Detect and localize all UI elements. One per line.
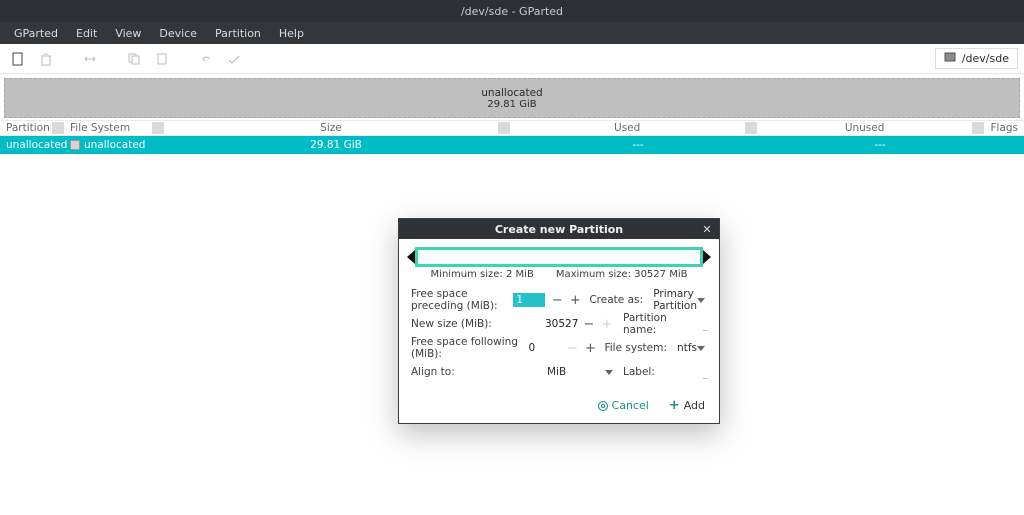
apply-button bbox=[222, 47, 246, 71]
cell-partition: unallocated bbox=[0, 139, 52, 151]
minus-icon: − bbox=[566, 341, 578, 356]
slider-track[interactable] bbox=[415, 247, 703, 267]
cell-unused: --- bbox=[770, 139, 990, 151]
cell-size: 29.81 GiB bbox=[166, 139, 506, 151]
slider-handle-right-icon[interactable] bbox=[703, 250, 711, 264]
undo-button bbox=[194, 47, 218, 71]
align-value: MiB bbox=[547, 366, 566, 378]
create-as-value: Primary Partition bbox=[653, 288, 697, 312]
cell-used: --- bbox=[518, 139, 758, 151]
device-selector[interactable]: /dev/sde bbox=[935, 48, 1018, 69]
minus-icon[interactable]: − bbox=[583, 317, 595, 332]
cancel-button[interactable]: Cancel bbox=[598, 398, 649, 413]
dialog-form: Free space preceding (MiB): 1 − + Create… bbox=[399, 286, 719, 394]
window-title: /dev/sde - GParted bbox=[461, 5, 563, 18]
menu-device[interactable]: Device bbox=[151, 25, 205, 42]
free-after-value[interactable]: 0 bbox=[528, 342, 560, 354]
new-size-label: New size (MiB): bbox=[411, 318, 537, 330]
pname-label: Partition name: bbox=[623, 312, 695, 336]
min-size-label: Minimum size: 2 MiB bbox=[431, 269, 534, 280]
resize-button bbox=[78, 47, 102, 71]
menubar: GParted Edit View Device Partition Help bbox=[0, 22, 1024, 44]
free-after-spinner[interactable]: 0 − + bbox=[528, 341, 596, 356]
plus-icon[interactable]: + bbox=[584, 341, 596, 356]
window-titlebar: /dev/sde - GParted bbox=[0, 0, 1024, 22]
disk-visualization[interactable]: unallocated 29.81 GiB bbox=[4, 78, 1020, 118]
dialog-actions: Cancel + Add bbox=[399, 394, 719, 423]
menu-help[interactable]: Help bbox=[271, 25, 312, 42]
toolbar: /dev/sde bbox=[0, 44, 1024, 74]
fs-swatch-icon bbox=[70, 140, 80, 150]
pname-input[interactable] bbox=[703, 317, 707, 331]
close-icon[interactable]: ✕ bbox=[699, 221, 715, 237]
free-before-label: Free space preceding (MiB): bbox=[411, 288, 505, 312]
slider-handle-left-icon[interactable] bbox=[407, 250, 415, 264]
add-label: Add bbox=[684, 399, 705, 412]
disk-label-input[interactable] bbox=[703, 365, 707, 379]
dialog-title: Create new Partition bbox=[495, 223, 623, 236]
new-button[interactable] bbox=[6, 47, 30, 71]
device-selector-label: /dev/sde bbox=[962, 52, 1009, 65]
create-partition-dialog: Create new Partition ✕ Minimum size: 2 M… bbox=[398, 218, 720, 424]
disk-label-label: Label: bbox=[623, 366, 695, 378]
plus-icon[interactable]: + bbox=[569, 293, 581, 308]
col-used[interactable]: Used bbox=[510, 122, 745, 134]
dialog-titlebar[interactable]: Create new Partition ✕ bbox=[399, 219, 719, 239]
table-row[interactable]: unallocated unallocated 29.81 GiB --- --… bbox=[0, 136, 1024, 154]
col-unused[interactable]: Unused bbox=[757, 122, 973, 134]
copy-button bbox=[122, 47, 146, 71]
menu-gparted[interactable]: GParted bbox=[6, 25, 66, 42]
add-button[interactable]: + Add bbox=[669, 398, 705, 413]
free-before-spinner[interactable]: 1 − + bbox=[513, 293, 581, 308]
fs-label: File system: bbox=[604, 342, 667, 354]
free-after-label: Free space following (MiB): bbox=[411, 336, 520, 360]
chevron-down-icon bbox=[697, 298, 705, 303]
menu-view[interactable]: View bbox=[107, 25, 149, 42]
plus-icon: + bbox=[601, 317, 613, 332]
fs-select[interactable]: ntfs bbox=[675, 341, 707, 355]
size-slider[interactable] bbox=[407, 247, 711, 267]
new-size-spinner[interactable]: 30527 − + bbox=[545, 317, 615, 332]
chevron-down-icon bbox=[697, 346, 705, 351]
fs-value: ntfs bbox=[677, 342, 697, 354]
align-select[interactable]: MiB bbox=[545, 365, 615, 379]
col-partition[interactable]: Partition bbox=[0, 122, 52, 134]
table-header: Partition File System Size Used Unused F… bbox=[0, 120, 1024, 136]
disk-icon bbox=[944, 51, 956, 66]
col-flags[interactable]: Flags bbox=[984, 122, 1024, 134]
paste-button bbox=[150, 47, 174, 71]
disk-vis-size: 29.81 GiB bbox=[487, 99, 536, 110]
col-fs[interactable]: File System bbox=[64, 122, 152, 134]
create-as-select[interactable]: Primary Partition bbox=[651, 287, 707, 313]
size-limits: Minimum size: 2 MiB Maximum size: 30527 … bbox=[399, 269, 719, 280]
create-as-label: Create as: bbox=[589, 294, 643, 306]
menu-edit[interactable]: Edit bbox=[68, 25, 105, 42]
cancel-label: Cancel bbox=[612, 399, 649, 412]
free-before-value[interactable]: 1 bbox=[513, 293, 545, 307]
max-size-label: Maximum size: 30527 MiB bbox=[556, 269, 688, 280]
plus-icon: + bbox=[669, 398, 680, 413]
minus-icon[interactable]: − bbox=[551, 293, 563, 308]
col-size[interactable]: Size bbox=[164, 122, 497, 134]
chevron-down-icon bbox=[605, 370, 613, 375]
delete-button bbox=[34, 47, 58, 71]
menu-partition[interactable]: Partition bbox=[207, 25, 269, 42]
disk-vis-label: unallocated bbox=[481, 87, 542, 99]
new-size-value[interactable]: 30527 bbox=[545, 318, 577, 330]
align-label: Align to: bbox=[411, 366, 537, 378]
cell-fs: unallocated bbox=[64, 139, 154, 151]
cancel-icon bbox=[598, 401, 608, 411]
